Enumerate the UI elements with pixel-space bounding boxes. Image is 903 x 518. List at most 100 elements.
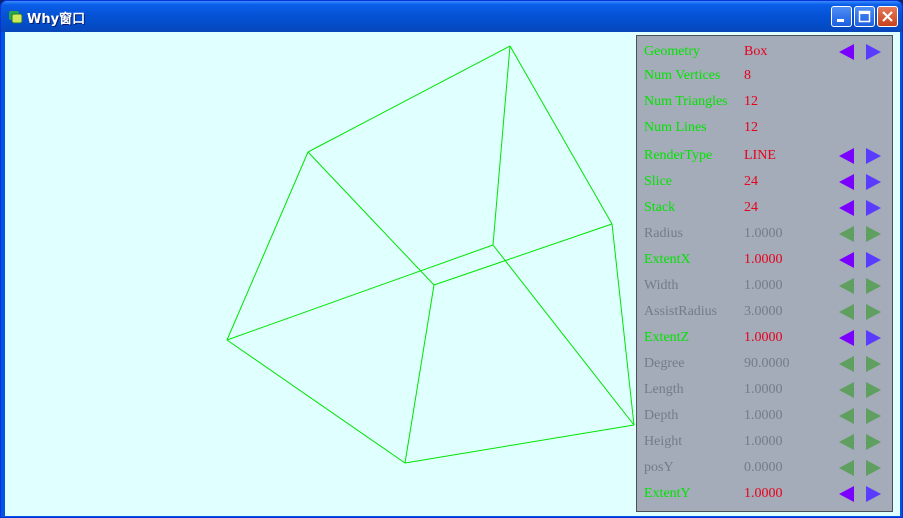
increase-button bbox=[864, 433, 882, 451]
arrow-right-icon bbox=[866, 460, 881, 476]
param-row: Stack 24 bbox=[637, 196, 892, 222]
param-label: ExtentY bbox=[644, 486, 691, 501]
app-icon bbox=[8, 9, 23, 24]
param-row: RenderType LINE bbox=[637, 144, 892, 170]
increase-button[interactable] bbox=[864, 43, 882, 61]
param-value: LINE bbox=[744, 148, 776, 163]
decrease-button[interactable] bbox=[838, 199, 856, 217]
increase-button[interactable] bbox=[864, 147, 882, 165]
viewport[interactable]: Geometry Box Num Vertices 8 Num Triangles 12 N… bbox=[5, 32, 900, 516]
param-value: 24 bbox=[744, 200, 758, 215]
increase-button[interactable] bbox=[864, 485, 882, 503]
param-label: ExtentZ bbox=[644, 330, 690, 345]
arrow-right-icon bbox=[866, 252, 881, 268]
arrow-right-icon bbox=[866, 278, 881, 294]
arrow-left-icon bbox=[839, 408, 854, 424]
param-value: 0.0000 bbox=[744, 460, 783, 475]
box-edge bbox=[433, 223, 613, 286]
decrease-button[interactable] bbox=[838, 329, 856, 347]
param-label: ExtentX bbox=[644, 252, 691, 267]
arrow-left-icon bbox=[839, 226, 854, 242]
arrow-left-icon bbox=[839, 460, 854, 476]
param-value: 3.0000 bbox=[744, 304, 783, 319]
increase-button bbox=[864, 407, 882, 425]
param-row: Geometry Box bbox=[637, 40, 892, 66]
increase-button[interactable] bbox=[864, 329, 882, 347]
param-label: Depth bbox=[644, 408, 679, 423]
box-edge bbox=[307, 45, 511, 153]
increase-button[interactable] bbox=[864, 173, 882, 191]
box-edge bbox=[492, 45, 511, 246]
increase-button bbox=[864, 303, 882, 321]
param-label: Length bbox=[644, 382, 684, 397]
arrow-left-icon bbox=[839, 252, 854, 268]
param-label: Width bbox=[644, 278, 679, 293]
box-edge bbox=[307, 151, 435, 286]
parameter-panel: Geometry Box Num Vertices 8 Num Triangles 12 N… bbox=[636, 35, 893, 512]
param-value: 1.0000 bbox=[744, 278, 783, 293]
param-row: posY 0.0000 bbox=[637, 456, 892, 482]
increase-button[interactable] bbox=[864, 199, 882, 217]
increase-button bbox=[864, 225, 882, 243]
param-row: ExtentX 1.0000 bbox=[637, 248, 892, 274]
param-row: Radius 1.0000 bbox=[637, 222, 892, 248]
param-row: ExtentY 1.0000 bbox=[637, 482, 892, 508]
box-edge bbox=[404, 424, 635, 464]
arrow-left-icon bbox=[839, 330, 854, 346]
decrease-button[interactable] bbox=[838, 173, 856, 191]
box-edge bbox=[226, 339, 406, 464]
maximize-button[interactable] bbox=[854, 6, 875, 27]
decrease-button[interactable] bbox=[838, 485, 856, 503]
arrow-left-icon bbox=[839, 174, 854, 190]
param-row: Height 1.0000 bbox=[637, 430, 892, 456]
param-value: 1.0000 bbox=[744, 382, 783, 397]
param-label: Degree bbox=[644, 356, 685, 371]
app-window: Why窗口 Geometry Box Num Vertices 8 Num Tr… bbox=[0, 0, 903, 518]
arrow-left-icon bbox=[839, 44, 854, 60]
arrow-right-icon bbox=[866, 148, 881, 164]
box-edge bbox=[226, 244, 494, 341]
param-label: Height bbox=[644, 434, 683, 449]
decrease-button[interactable] bbox=[838, 43, 856, 61]
arrow-right-icon bbox=[866, 408, 881, 424]
arrow-right-icon bbox=[866, 330, 881, 346]
box-edge bbox=[509, 45, 613, 225]
minimize-icon bbox=[837, 19, 844, 22]
param-value: Box bbox=[744, 44, 768, 59]
increase-button bbox=[864, 277, 882, 295]
decrease-button bbox=[838, 407, 856, 425]
box-edge bbox=[611, 223, 635, 426]
title-bar[interactable]: Why窗口 bbox=[1, 1, 902, 32]
arrow-left-icon bbox=[839, 148, 854, 164]
param-label: Num Vertices bbox=[644, 68, 721, 83]
param-row: Length 1.0000 bbox=[637, 378, 892, 404]
decrease-button[interactable] bbox=[838, 251, 856, 269]
arrow-left-icon bbox=[839, 486, 854, 502]
param-row: Num Lines 12 bbox=[637, 116, 892, 142]
decrease-button bbox=[838, 433, 856, 451]
param-label: Num Lines bbox=[644, 120, 707, 135]
increase-button bbox=[864, 381, 882, 399]
arrow-left-icon bbox=[839, 200, 854, 216]
param-value: 12 bbox=[744, 120, 758, 135]
decrease-button bbox=[838, 225, 856, 243]
param-row: Width 1.0000 bbox=[637, 274, 892, 300]
decrease-button[interactable] bbox=[838, 147, 856, 165]
increase-button[interactable] bbox=[864, 251, 882, 269]
param-label: Radius bbox=[644, 226, 683, 241]
close-button[interactable] bbox=[877, 6, 898, 27]
arrow-right-icon bbox=[866, 486, 881, 502]
param-value: 1.0000 bbox=[744, 434, 783, 449]
window-title: Why窗口 bbox=[27, 12, 86, 27]
minimize-button[interactable] bbox=[831, 6, 852, 27]
param-row: Slice 24 bbox=[637, 170, 892, 196]
param-row: Num Triangles 12 bbox=[637, 90, 892, 116]
param-value: 8 bbox=[744, 68, 751, 83]
decrease-button bbox=[838, 459, 856, 477]
decrease-button bbox=[838, 277, 856, 295]
param-value: 12 bbox=[744, 94, 758, 109]
param-row: Depth 1.0000 bbox=[637, 404, 892, 430]
param-label: AssistRadius bbox=[644, 304, 718, 319]
param-value: 1.0000 bbox=[744, 408, 783, 423]
arrow-right-icon bbox=[866, 44, 881, 60]
